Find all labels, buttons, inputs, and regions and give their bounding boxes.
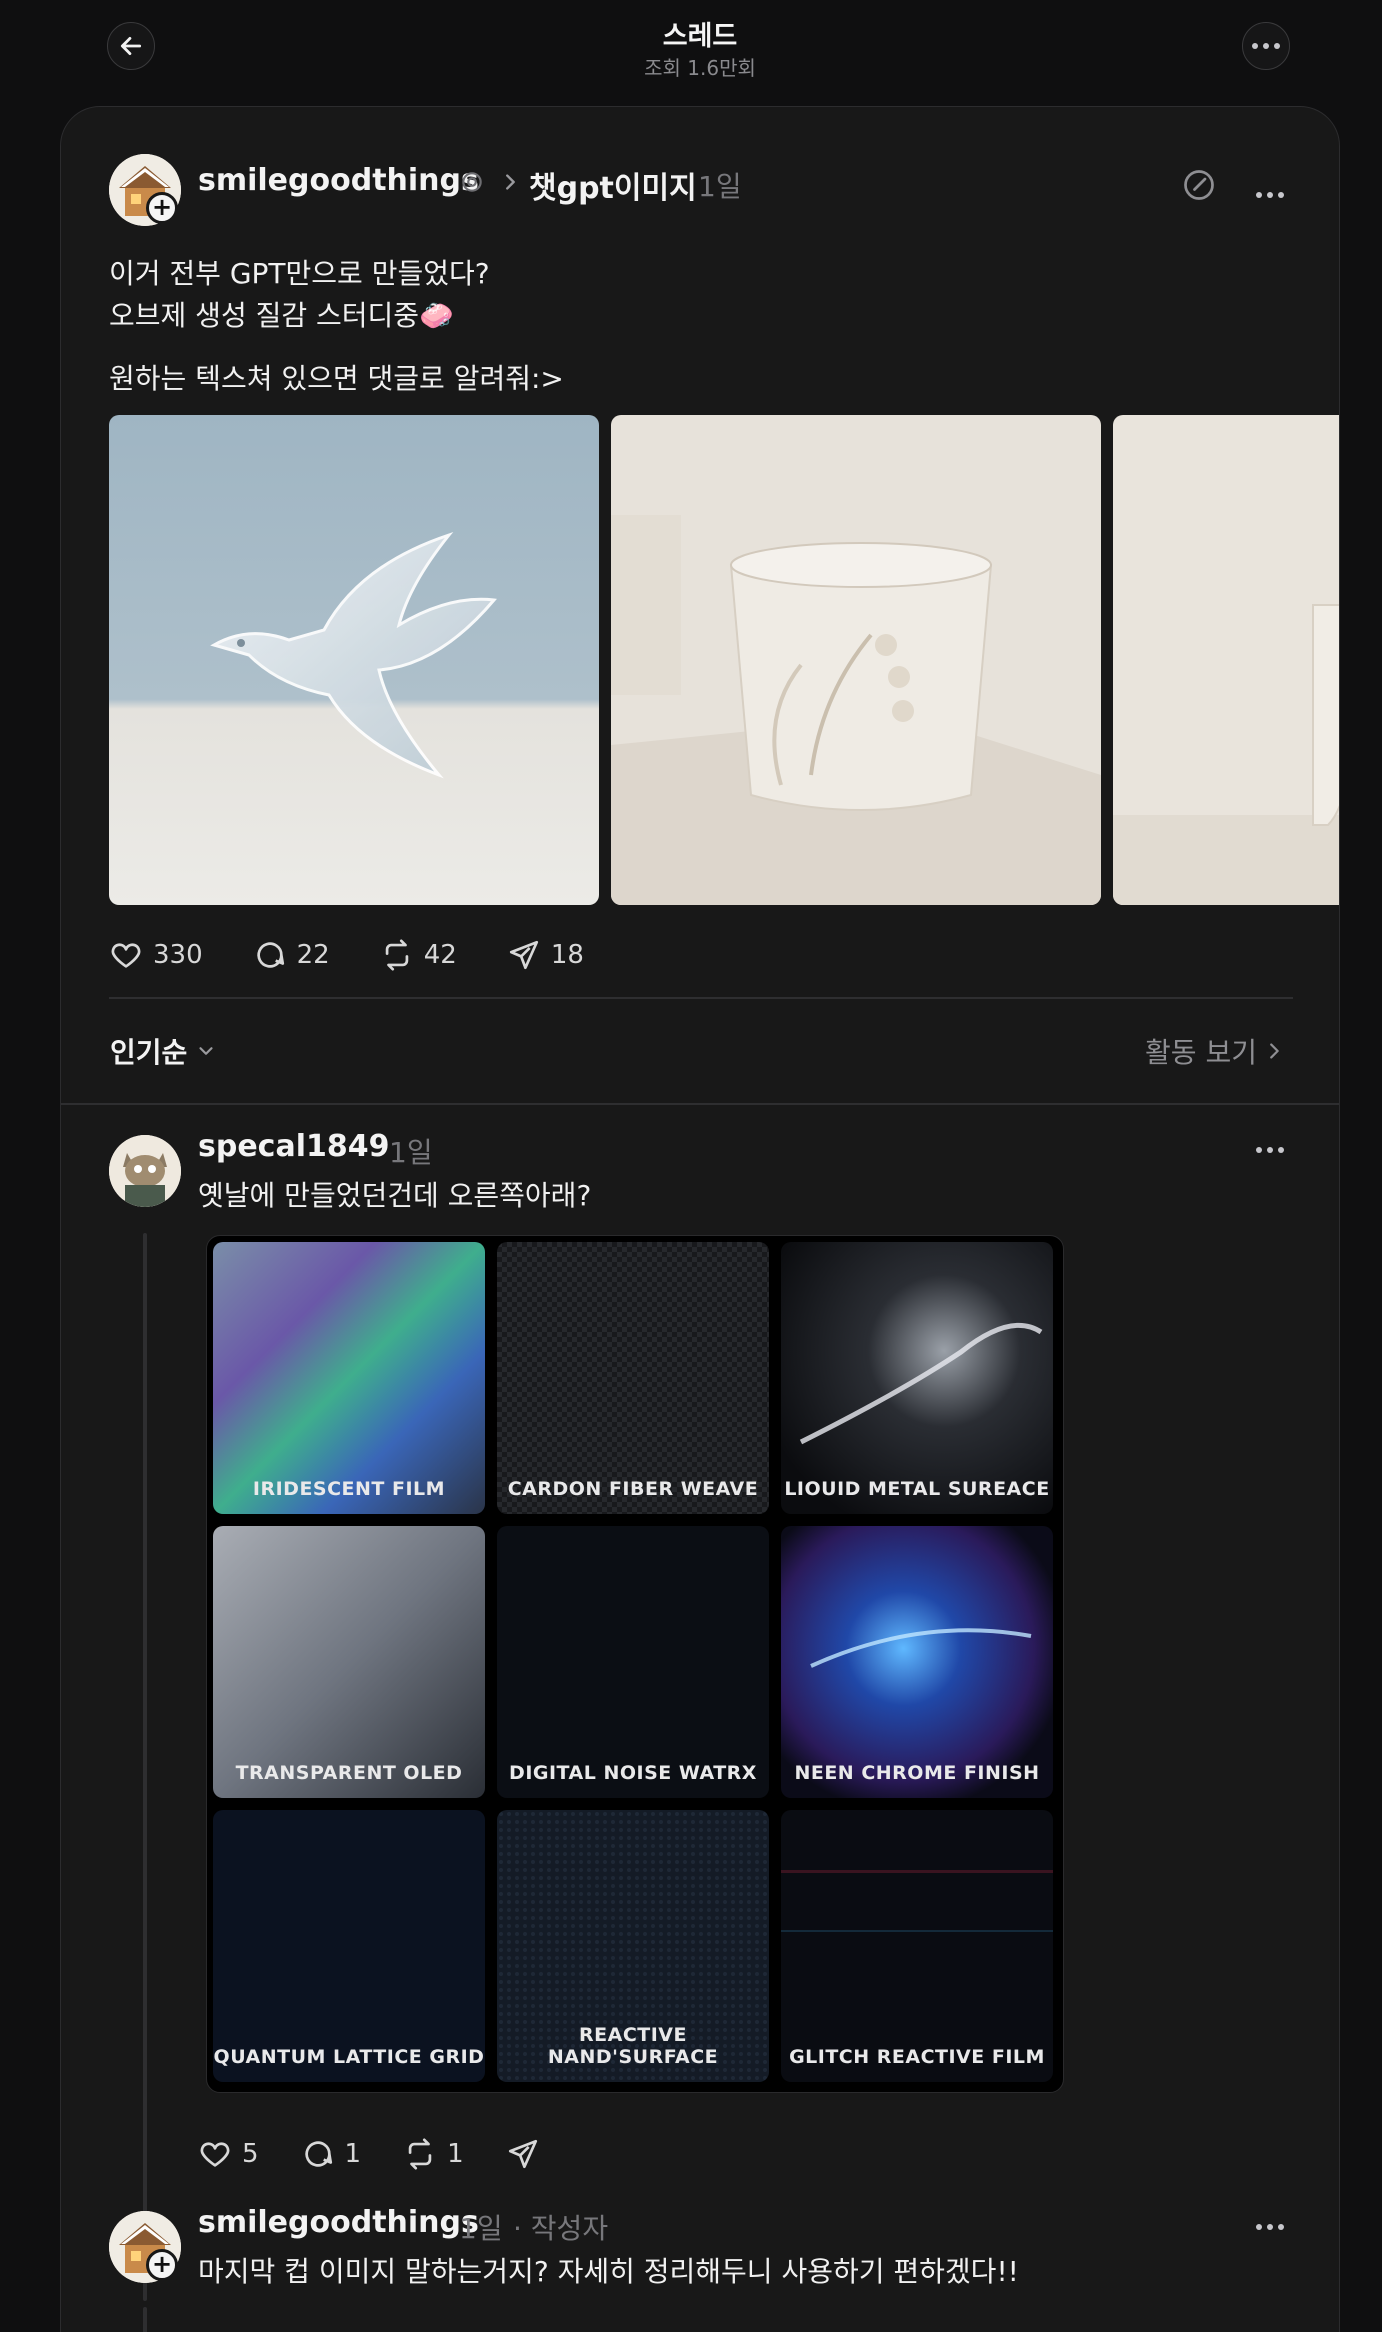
reply1-share-button[interactable]: [506, 2137, 550, 2171]
post-line-1: 이거 전부 GPT만으로 만들었다?: [109, 257, 490, 290]
reply-avatar[interactable]: [109, 1135, 181, 1207]
post-more-icon[interactable]: [1256, 192, 1284, 198]
reply1-text: 옛날에 만들었던건데 오른쪽아래?: [198, 1179, 592, 1212]
view-activity-link[interactable]: 활동 보기: [1145, 1031, 1285, 1071]
repost-button[interactable]: 42: [380, 938, 457, 972]
post-actions: 330 22 42 18: [109, 938, 634, 972]
send-icon: [509, 940, 538, 970]
topic-tag[interactable]: 챗gpt이미지: [529, 163, 697, 207]
reply1-repost-count: 1: [447, 2139, 464, 2169]
texture-label: REACTIVE NAND'SURFACE: [547, 2024, 719, 2068]
texture-glitch-film: GLITCH REACTIVE FILM: [781, 1810, 1053, 2082]
chevron-right-icon: [506, 174, 515, 190]
more-icon: [1252, 43, 1280, 49]
texture-neon-chrome: NEEN CHROME FINISH: [781, 1526, 1053, 1798]
comment-button[interactable]: 22: [253, 938, 330, 972]
chevron-down-icon: [199, 1047, 213, 1055]
reply2-time: 1일: [459, 2212, 503, 2245]
share-count: 18: [550, 940, 584, 970]
reply1-repost-button[interactable]: 1: [403, 2137, 464, 2171]
texture-grid-image[interactable]: IRIDESCENT FILM CARDON FIBER WEAVE LIOUI…: [206, 1235, 1064, 2093]
share-button[interactable]: 18: [507, 938, 584, 972]
verified-badge-icon: [462, 172, 482, 192]
reply1-time: 1일: [389, 1136, 433, 1169]
post-line-2: 오브제 생성 질감 스터디중🧼: [109, 299, 454, 332]
texture-label: TRANSPARENT OLED: [235, 1762, 463, 1784]
texture-digital-noise: DIGITAL NOISE WATRX: [497, 1526, 769, 1798]
texture-label: QUANTUM LATTICE GRID: [213, 2046, 485, 2068]
reply1-comment-button[interactable]: 1: [301, 2137, 362, 2171]
reply2-text: 마지막 컵 이미지 말하는거지? 자세히 정리해두니 사용하기 편하겠다!!: [198, 2255, 1019, 2288]
texture-label: NEEN CHROME FINISH: [794, 1762, 1040, 1784]
top-bar: 스레드 조회 1.6만회: [0, 0, 1382, 100]
reply1-username[interactable]: specal1849: [198, 1129, 389, 1164]
thread-card: + smilegoodthings 챗gpt이미지 1일 이거 전부 GPT만으…: [60, 106, 1340, 2332]
comment-icon: [256, 942, 284, 968]
reply2-more-icon[interactable]: [1256, 2224, 1284, 2230]
texture-transparent-oled: TRANSPARENT OLED: [213, 1526, 485, 1798]
texture-iridescent-film: IRIDESCENT FILM: [213, 1242, 485, 1514]
reply2-thread-line: [143, 2307, 147, 2332]
texture-label: DIGITAL NOISE WATRX: [509, 1762, 757, 1784]
texture-quantum-lattice: QUANTUM LATTICE GRID: [213, 1810, 485, 2082]
post-time: 1일: [698, 170, 742, 203]
heart-icon: [200, 2142, 230, 2167]
author-tag: · 작성자: [513, 2212, 609, 2245]
like-count: 330: [153, 940, 203, 970]
more-options-button[interactable]: [1242, 22, 1290, 70]
texture-label: GLITCH REACTIVE FILM: [789, 2046, 1045, 2068]
repost-icon: [408, 2138, 432, 2170]
view-count: 조회 1.6만회: [644, 56, 756, 80]
post-username[interactable]: smilegoodthings: [198, 163, 479, 198]
texture-reactive-nano: REACTIVE NAND'SURFACE: [497, 1810, 769, 2082]
follow-plus-button[interactable]: +: [146, 2249, 178, 2281]
repost-count: 42: [423, 940, 457, 970]
post-divider: [109, 997, 1293, 999]
texture-label: CARDON FIBER WEAVE: [507, 1478, 759, 1500]
sort-label: 인기순: [110, 1036, 188, 1069]
texture-liquid-metal: LIOUID METAL SUREACE: [781, 1242, 1053, 1514]
reply1-like-button[interactable]: 5: [198, 2137, 259, 2171]
heart-icon: [111, 943, 141, 968]
texture-label: LIOUID METAL SUREACE: [784, 1478, 1050, 1500]
activity-label: 활동 보기: [1145, 1036, 1257, 1069]
glass-bird-image[interactable]: [109, 415, 599, 905]
page-title: 스레드: [662, 21, 738, 52]
chevron-right-icon: [1270, 1043, 1279, 1059]
comment-icon: [304, 2141, 332, 2167]
section-divider: [61, 1103, 1339, 1105]
follow-plus-button[interactable]: +: [146, 192, 178, 224]
lily-cup-image[interactable]: [611, 415, 1101, 905]
post-line-3: 원하는 텍스쳐 있으면 댓글로 알려줘:>: [109, 362, 564, 395]
cat-avatar-icon: [109, 1135, 181, 1207]
like-button[interactable]: 330: [109, 938, 203, 972]
edit-compose-icon[interactable]: [1181, 167, 1217, 203]
repost-icon: [385, 939, 408, 971]
send-icon: [508, 2139, 537, 2169]
reply-thread-line: [143, 1233, 147, 2301]
texture-label: IRIDESCENT FILM: [252, 1478, 446, 1500]
sort-dropdown[interactable]: 인기순: [110, 1031, 217, 1071]
texture-carbon-fiber: CARDON FIBER WEAVE: [497, 1242, 769, 1514]
reply2-username[interactable]: smilegoodthings: [198, 2205, 479, 2240]
reply1-like-count: 5: [242, 2139, 259, 2169]
reply1-actions: 5 1 1: [198, 2137, 600, 2171]
comment-count: 22: [296, 940, 330, 970]
reply1-comment-count: 1: [344, 2139, 362, 2169]
vase-image[interactable]: [1113, 415, 1339, 905]
reply1-more-icon[interactable]: [1256, 1147, 1284, 1153]
